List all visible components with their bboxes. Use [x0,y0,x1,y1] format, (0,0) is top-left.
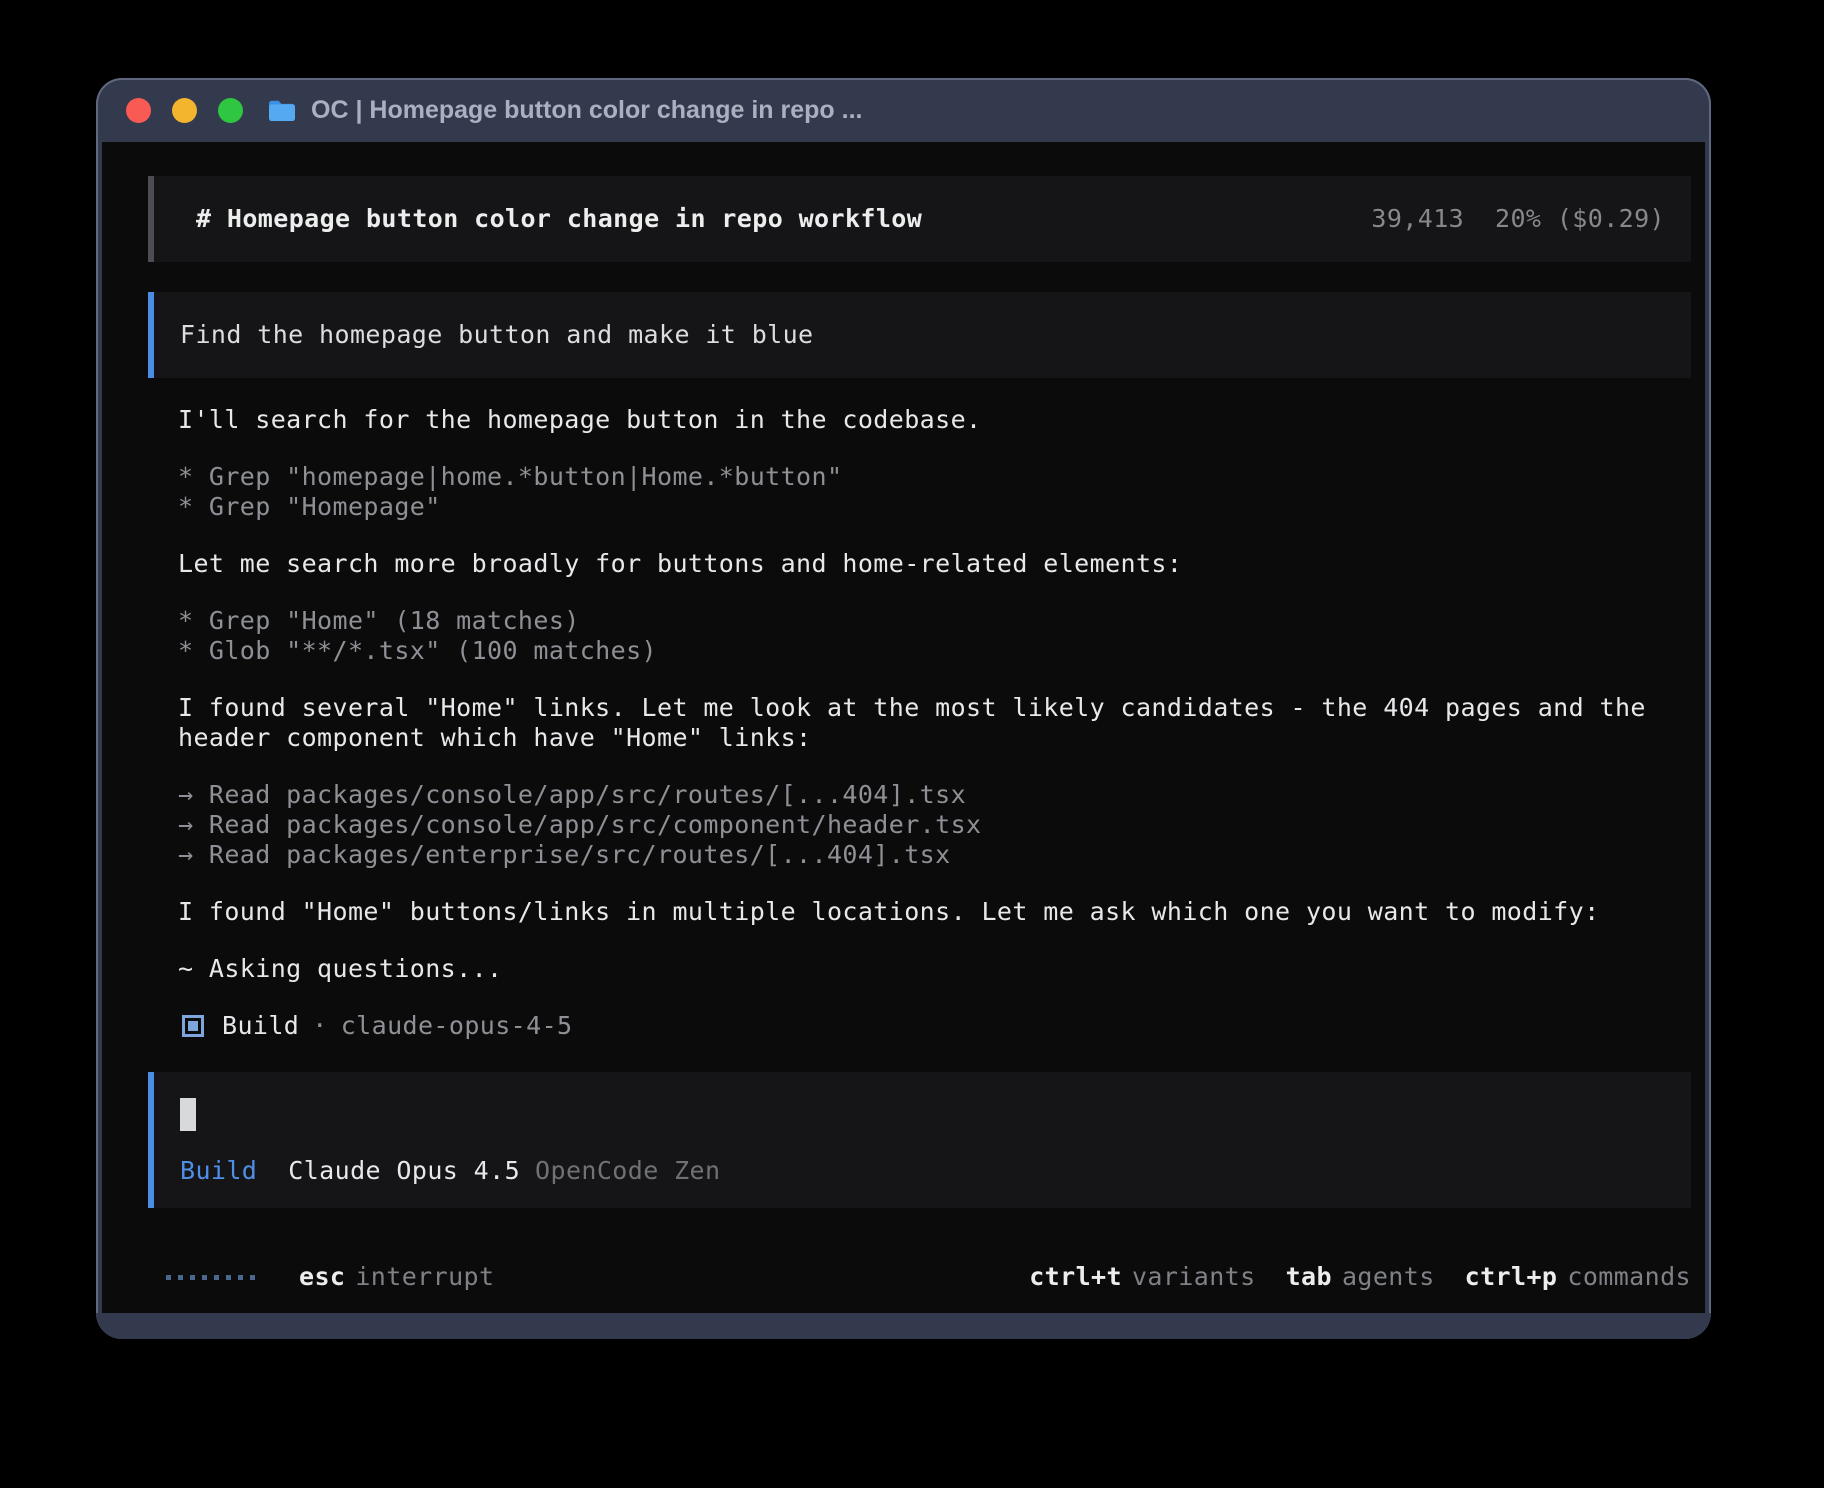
spinner-dot [190,1275,195,1280]
agent-name: Build [222,1011,299,1041]
agent-model: claude-opus-4-5 [341,1011,573,1041]
window-controls [126,98,243,123]
hint-interrupt: esc interrupt [299,1262,494,1292]
prompt-input[interactable]: Build Claude Opus 4.5 OpenCode Zen [148,1072,1691,1208]
tool-call-read: → Read packages/console/app/src/componen… [178,810,1691,840]
titlebar[interactable]: OC | Homepage button color change in rep… [96,78,1711,142]
input-meta-row: Build Claude Opus 4.5 OpenCode Zen [180,1156,1665,1186]
terminal-window: OC | Homepage button color change in rep… [96,78,1711,1339]
close-button[interactable] [126,98,151,123]
assistant-text: Let me search more broadly for buttons a… [178,549,1691,579]
tool-call-group: * Grep "Home" (18 matches) * Glob "**/*.… [178,606,1691,666]
tool-call-grep: * Grep "Home" (18 matches) [178,606,1691,636]
spinner [166,1275,255,1280]
session-header: # Homepage button color change in repo w… [148,176,1691,262]
user-message-text: Find the homepage button and make it blu… [180,320,1665,350]
assistant-text-group: I found "Home" buttons/links in multiple… [178,897,1691,927]
assistant-text: I found "Home" buttons/links in multiple… [178,897,1691,927]
user-message: Find the homepage button and make it blu… [148,292,1691,378]
ctrl-p-key: ctrl+p [1465,1262,1558,1292]
commands-label: commands [1567,1262,1691,1292]
hint-commands: ctrl+p commands [1465,1262,1691,1292]
spinner-dot [166,1275,171,1280]
agent-separator: · [312,1011,327,1041]
ctrl-t-key: ctrl+t [1029,1262,1122,1292]
esc-label: interrupt [355,1262,494,1292]
assistant-text-group: I found several "Home" links. Let me loo… [178,693,1691,753]
text-cursor [180,1098,196,1131]
status-bar: esc interrupt ctrl+t variants tab agents… [148,1262,1691,1292]
assistant-text-group: I'll search for the homepage button in t… [178,405,1691,435]
assistant-text-group: Let me search more broadly for buttons a… [178,549,1691,579]
tab-key: tab [1286,1262,1332,1292]
tool-call-glob: * Glob "**/*.tsx" (100 matches) [178,636,1691,666]
session-title: # Homepage button color change in repo w… [196,204,922,234]
hint-variants: ctrl+t variants [1029,1262,1255,1292]
agent-status-row: Build · claude-opus-4-5 [178,1011,1691,1041]
session-stats: 39,413 20% ($0.29) [1371,204,1665,234]
tool-call-group: → Read packages/console/app/src/routes/[… [178,780,1691,870]
spinner-dot [178,1275,183,1280]
spinner-dot [214,1275,219,1280]
spinner-dot [226,1275,231,1280]
status-text-group: ~ Asking questions... [178,954,1691,984]
tool-call-grep: * Grep "homepage|home.*button|Home.*butt… [178,462,1691,492]
agents-label: agents [1342,1262,1435,1292]
variants-label: variants [1132,1262,1256,1292]
esc-key: esc [299,1262,345,1292]
tool-call-read: → Read packages/console/app/src/routes/[… [178,780,1691,810]
conversation: I'll search for the homepage button in t… [148,405,1691,1041]
agent-build-icon [182,1015,204,1037]
spinner-dot [202,1275,207,1280]
window-title: OC | Homepage button color change in rep… [311,96,862,125]
spinner-dot [250,1275,255,1280]
input-provider-label: OpenCode Zen [535,1156,720,1186]
keyboard-hints: ctrl+t variants tab agents ctrl+p comman… [1029,1262,1691,1292]
input-model-label: Claude Opus 4.5 [288,1156,520,1186]
folder-icon [267,98,297,123]
agent-build-icon-fill [188,1021,198,1031]
spinner-dot [238,1275,243,1280]
maximize-button[interactable] [218,98,243,123]
minimize-button[interactable] [172,98,197,123]
hint-agents: tab agents [1286,1262,1435,1292]
tool-call-grep: * Grep "Homepage" [178,492,1691,522]
tool-call-group: * Grep "homepage|home.*button|Home.*butt… [178,462,1691,522]
input-mode-label: Build [180,1156,257,1186]
window-title-group: OC | Homepage button color change in rep… [267,96,862,125]
tool-call-read: → Read packages/enterprise/src/routes/[.… [178,840,1691,870]
assistant-text: I found several "Home" links. Let me loo… [178,693,1691,723]
asking-questions-status: ~ Asking questions... [178,954,1691,984]
window-footer-strip [96,1313,1711,1339]
assistant-text: header component which have "Home" links… [178,723,1691,753]
terminal-content: # Homepage button color change in repo w… [102,142,1705,1313]
assistant-text: I'll search for the homepage button in t… [178,405,1691,435]
